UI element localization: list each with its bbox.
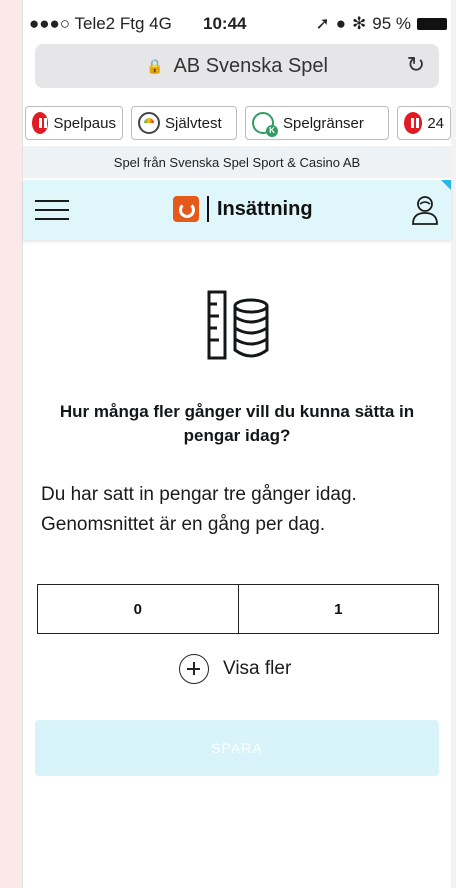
sjalvtest-button[interactable]: Självtest: [131, 106, 237, 140]
clock: 10:44: [203, 14, 247, 33]
deposit-count-options: 0 1: [37, 584, 439, 634]
save-button[interactable]: SPARA: [35, 720, 439, 776]
limits-icon: [252, 112, 278, 137]
info-line-1: Du har satt in pengar tre gånger idag.: [41, 484, 357, 505]
alarm-icon: ●: [335, 14, 346, 33]
status-bar: ●●●○ Tele2 Ftg 4G 10:44 ➚ ● ✻ 95 %: [23, 14, 451, 36]
lock-icon: 🔒: [146, 57, 164, 74]
background-frame-left: [0, 0, 22, 888]
phone-screen: ●●●○ Tele2 Ftg 4G 10:44 ➚ ● ✻ 95 % 🔒 AB …: [22, 0, 451, 888]
brand: Insättning: [173, 196, 313, 222]
sponsor-notice: Spel från Svenska Spel Sport & Casino AB: [23, 146, 451, 178]
battery-icon: [417, 18, 447, 30]
hamburger-icon[interactable]: [35, 200, 69, 220]
battery-percent: 95 %: [372, 14, 411, 33]
bluetooth-icon: ✻: [352, 14, 367, 33]
deposit-info: Du har satt in pengar tre gånger idag. G…: [41, 480, 441, 540]
spelgranser-button[interactable]: Spelgränser: [245, 106, 389, 140]
option-0[interactable]: 0: [38, 585, 238, 633]
pause-icon: [32, 112, 49, 134]
deposit-limit-icon: [207, 290, 269, 360]
app-header: Insättning: [23, 180, 451, 240]
title-separator: [207, 196, 209, 222]
user-icon[interactable]: [411, 194, 439, 226]
option-1[interactable]: 1: [237, 585, 439, 633]
carrier-label: ●●●○ Tele2 Ftg 4G: [29, 14, 172, 33]
corner-marker: [441, 180, 451, 190]
pause-24-button[interactable]: 24: [397, 106, 451, 140]
question-heading: Hur många fler gånger vill du kunna sätt…: [59, 402, 415, 445]
plus-circle-icon: [179, 654, 209, 684]
location-icon: ➚: [315, 14, 330, 33]
sjalvtest-label: Självtest: [165, 114, 222, 132]
address-bar[interactable]: 🔒 AB Svenska Spel ↻: [35, 44, 439, 88]
spelgranser-label: Spelgränser: [283, 114, 364, 132]
site-name: AB Svenska Spel: [173, 54, 328, 77]
show-more-button[interactable]: Visa fler: [179, 654, 291, 684]
pause-icon: [404, 112, 423, 134]
page-title: Insättning: [217, 197, 313, 220]
show-more-label: Visa fler: [223, 658, 292, 679]
gauge-icon: [138, 112, 160, 134]
info-line-2: Genomsnittet är en gång per dag.: [41, 514, 326, 535]
reload-icon[interactable]: ↻: [407, 52, 425, 78]
spelpaus-button[interactable]: Spelpaus: [25, 106, 123, 140]
svenska-spel-logo: [173, 196, 199, 222]
spelpaus-label: Spelpaus: [53, 114, 116, 132]
pause-24-label: 24: [427, 114, 444, 132]
status-right: ➚ ● ✻ 95 %: [315, 14, 447, 34]
responsible-gaming-bar: Spelpaus Självtest Spelgränser 24: [23, 106, 451, 144]
